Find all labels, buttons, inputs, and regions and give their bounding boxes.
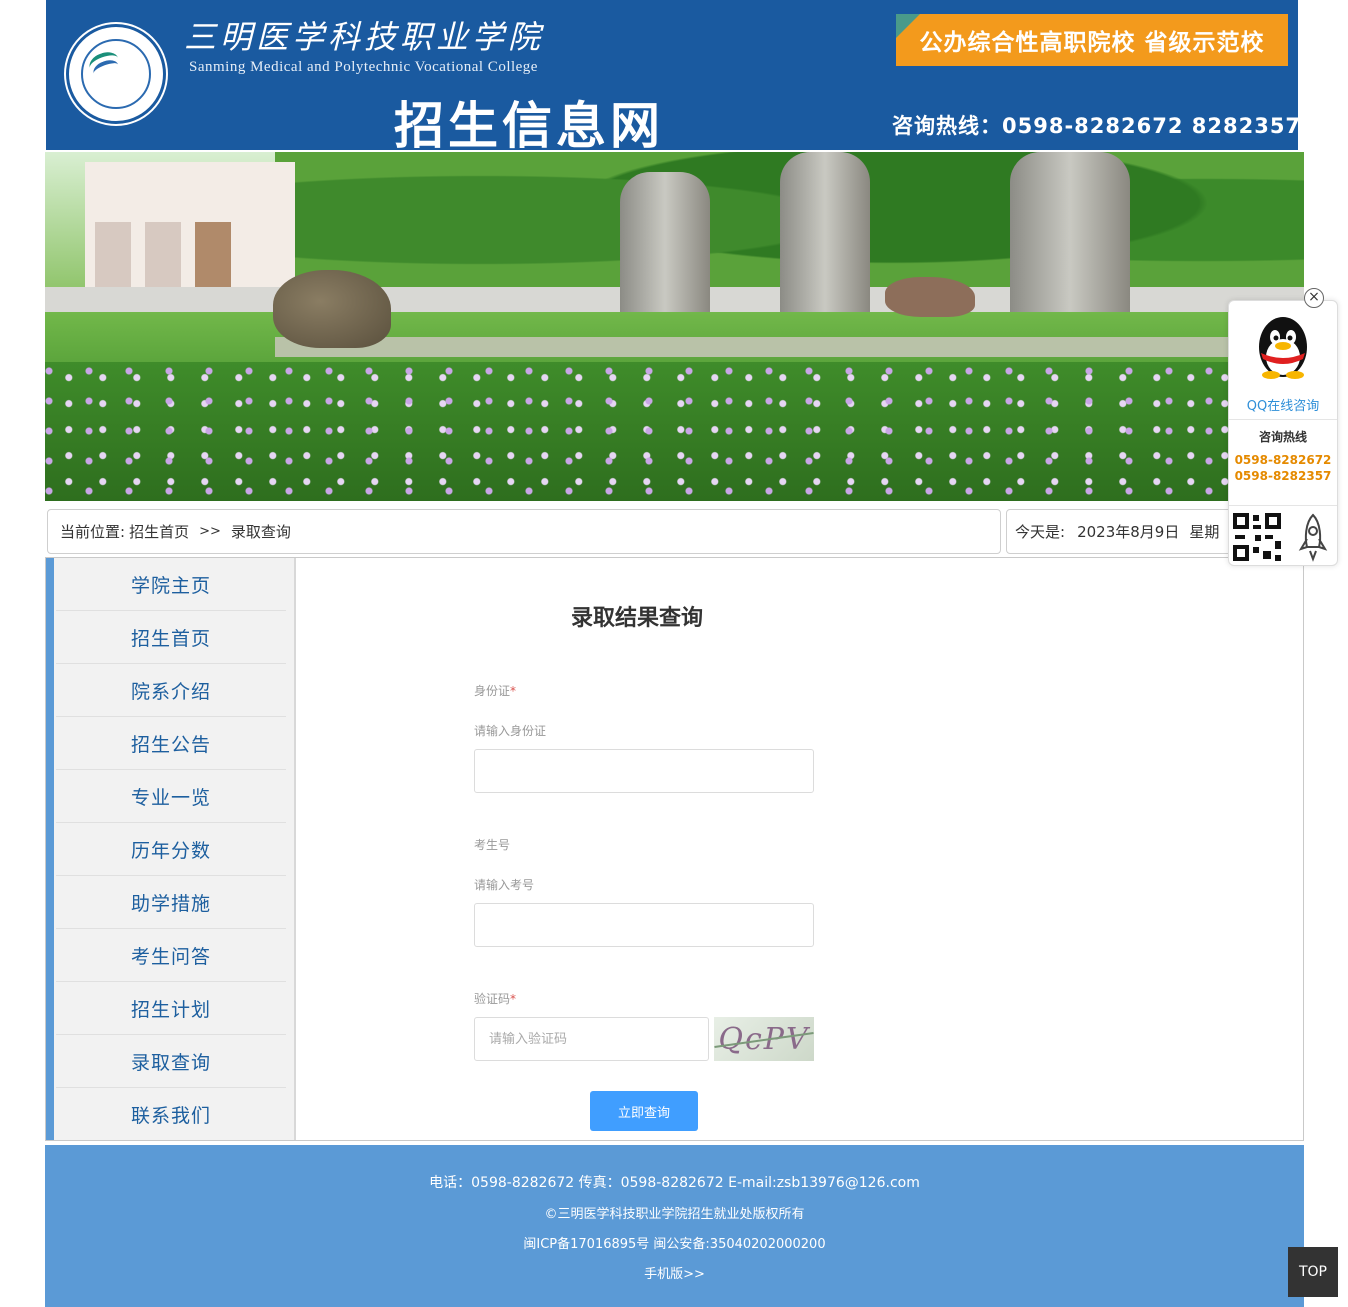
college-name-cn: 三明医学科技职业学院: [184, 18, 545, 56]
main-panel: 学院主页 招生首页 院系介绍 招生公告 专业一览 历年分数 助学措施 考生问答 …: [45, 557, 1304, 1141]
widget-divider: [1229, 419, 1337, 420]
today-date-value: 2023年8月9日: [1077, 523, 1180, 541]
breadcrumb-current: 录取查询: [230, 523, 291, 541]
id-card-label: 身份证*: [474, 682, 516, 699]
sidebar-item-admission-query[interactable]: 录取查询: [56, 1035, 286, 1088]
id-card-input[interactable]: [474, 749, 814, 793]
banner-window: [145, 222, 181, 292]
breadcrumb: 当前位置: 招生首页 >> 录取查询: [47, 509, 1001, 554]
exam-no-hint: 请输入考号: [474, 878, 535, 892]
banner-curb: [275, 337, 1304, 357]
captcha-input[interactable]: [474, 1017, 709, 1061]
header-hotline: 咨询热线：0598-8282672 8282357: [892, 114, 1298, 138]
widget-divider: [1229, 505, 1337, 506]
sidebar-item-departments[interactable]: 院系介绍: [56, 664, 286, 717]
sidebar-item-admission-home[interactable]: 招生首页: [56, 611, 286, 664]
breadcrumb-separator: >>: [199, 524, 221, 539]
page-root: 三明医学科技职业学院 Sanming Medical and Polytechn…: [0, 0, 1348, 1307]
today-label: 今天是:: [1015, 523, 1066, 541]
id-card-hint: 请输入身份证: [474, 724, 547, 738]
footer-contact: 电话：0598-8282672 传真：0598-8282672 E-mail:z…: [429, 1175, 920, 1191]
widget-close-icon[interactable]: ×: [1304, 288, 1324, 308]
breadcrumb-prefix: 当前位置:: [60, 523, 126, 541]
sidebar-item-financial-aid[interactable]: 助学措施: [56, 876, 286, 929]
breadcrumb-home-link[interactable]: 招生首页: [129, 521, 189, 542]
exam-no-label: 考生号: [474, 838, 511, 852]
site-header: 三明医学科技职业学院 Sanming Medical and Polytechn…: [46, 0, 1298, 150]
footer-copyright: ©三明医学科技职业学院招生就业处版权所有: [544, 1207, 805, 1222]
banner-rock: [885, 277, 975, 317]
college-name-en: Sanming Medical and Polytechnic Vocation…: [189, 59, 538, 75]
form-title: 录取结果查询: [571, 606, 704, 631]
banner-flowers: [45, 362, 1304, 501]
college-logo[interactable]: [66, 24, 166, 124]
college-badge: 公办综合性高职院校 省级示范校: [896, 14, 1288, 66]
rocket-icon[interactable]: [1295, 511, 1331, 563]
banner-tree-trunk: [620, 172, 710, 322]
sidebar-nav: 学院主页 招生首页 院系介绍 招生公告 专业一览 历年分数 助学措施 考生问答 …: [46, 558, 296, 1140]
sidebar-item-scores[interactable]: 历年分数: [56, 823, 286, 876]
site-title: 招生信息网: [394, 97, 664, 150]
sidebar-item-majors[interactable]: 专业一览: [56, 770, 286, 823]
sidebar-item-announcements[interactable]: 招生公告: [56, 717, 286, 770]
qq-penguin-icon[interactable]: [1253, 313, 1313, 379]
back-to-top-button[interactable]: TOP: [1288, 1247, 1338, 1297]
widget-phone: 0598-8282672: [1234, 453, 1332, 467]
captcha-label: 验证码*: [474, 990, 516, 1007]
submit-query-button[interactable]: 立即查询: [590, 1091, 698, 1131]
sidebar-item-college-home[interactable]: 学院主页: [56, 558, 286, 611]
id-card-label-text: 身份证: [474, 684, 511, 698]
sidebar-item-faq[interactable]: 考生问答: [56, 929, 286, 982]
captcha-label-text: 验证码: [474, 992, 511, 1006]
banner-window: [195, 222, 231, 292]
captcha-image[interactable]: QcPV: [714, 1017, 814, 1061]
qr-code-icon[interactable]: [1231, 511, 1283, 563]
today-weekday: 星期: [1189, 523, 1220, 541]
widget-phone: 0598-8282357: [1234, 469, 1332, 483]
required-mark: *: [510, 992, 517, 1006]
sidebar-item-contact[interactable]: 联系我们: [56, 1088, 286, 1141]
banner-building: [85, 162, 295, 302]
qq-consult-link[interactable]: QQ在线咨询: [1229, 395, 1337, 414]
required-mark: *: [510, 684, 517, 698]
campus-banner-image: [45, 152, 1304, 501]
footer-icp[interactable]: 闽ICP备17016895号 闽公安备:35040202000200: [45, 1233, 1304, 1252]
exam-no-input[interactable]: [474, 903, 814, 947]
badge-corner-decoration: [896, 14, 920, 38]
banner-window: [95, 222, 131, 292]
banner-rock: [273, 270, 391, 348]
float-consult-widget: QQ在线咨询 咨询热线 0598-8282672 0598-8282357: [1228, 300, 1338, 566]
site-footer: 电话：0598-8282672 传真：0598-8282672 E-mail:z…: [45, 1145, 1304, 1307]
sidebar-item-plan[interactable]: 招生计划: [56, 982, 286, 1035]
widget-hotline-title: 咨询热线: [1258, 430, 1307, 444]
footer-mobile-link[interactable]: 手机版>>: [45, 1263, 1304, 1282]
